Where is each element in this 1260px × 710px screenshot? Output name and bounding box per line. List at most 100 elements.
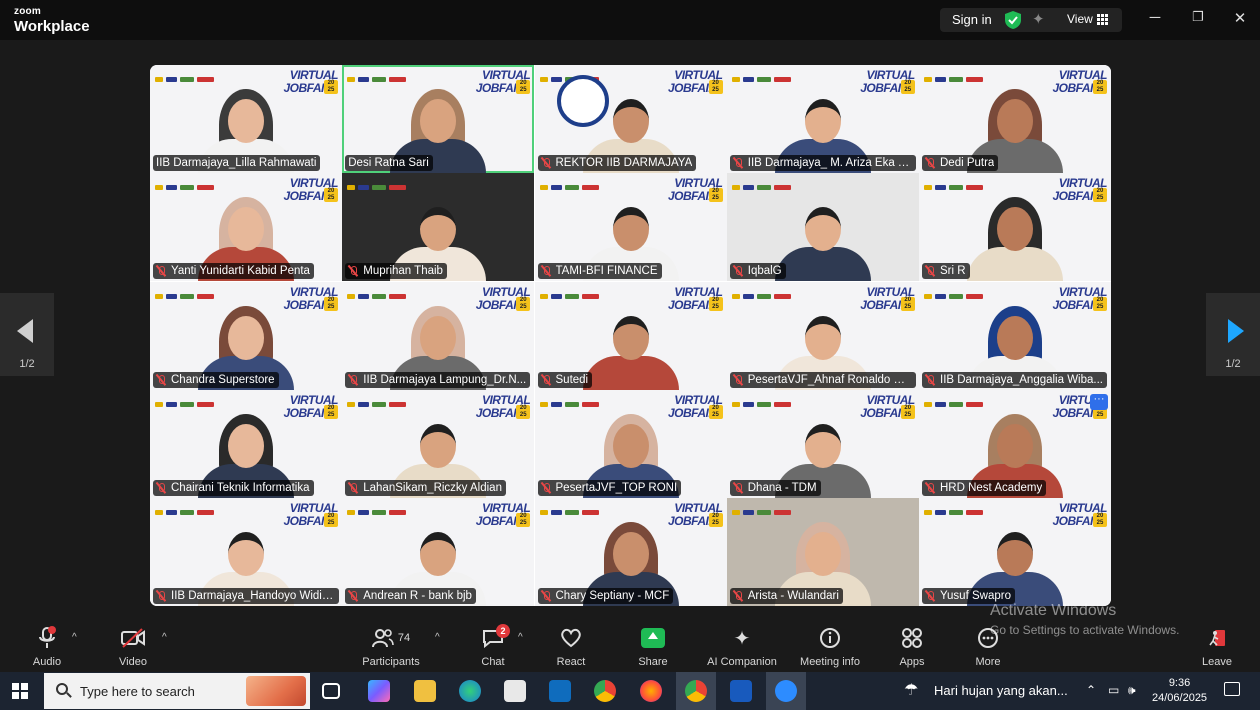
copilot-icon[interactable] xyxy=(368,680,390,702)
participant-tile[interactable]: VIRTUAL JOBFAIR 20 25 IIB Darmajaya_Handoyo… xyxy=(150,498,342,606)
chat-options-caret[interactable]: ^ xyxy=(518,632,523,643)
participant-name-bar: IIB Darmajaya_Anggalia Wiba... xyxy=(922,371,1107,388)
system-clock[interactable]: 9:36 24/06/2025 xyxy=(1152,676,1207,706)
participant-tile[interactable]: VIRTUAL JOBFAIR 20 25 Desi Ratna Sari xyxy=(342,65,535,173)
notification-icon[interactable] xyxy=(1224,682,1240,696)
word-icon[interactable] xyxy=(730,680,752,702)
video-button[interactable]: Video xyxy=(116,626,150,668)
leave-icon xyxy=(1209,630,1225,646)
chrome-icon[interactable] xyxy=(594,680,616,702)
banner-year: 20 25 xyxy=(516,513,531,527)
participant-name-bar: Yanti Yunidarti Kabid Penta xyxy=(153,263,314,280)
participant-name: Arista - Wulandari xyxy=(747,590,839,602)
participant-name-bar: Chairani Teknik Informatika xyxy=(153,479,314,496)
participant-tile[interactable]: VIRTUALJOBFAIR20 25Muprihan Thaib xyxy=(342,173,535,282)
participant-tile[interactable]: VIRTUAL JOBFAIR 20 25 PesertaJVF_TOP RONI xyxy=(534,389,727,498)
participant-tile[interactable]: VIRTUAL JOBFAIR 20 25 Dedi Putra xyxy=(919,65,1111,173)
participant-tile[interactable]: VIRTUAL JOBFAIR 20 25 TAMI-BFI FINANCE xyxy=(534,173,727,282)
participant-name: Dhana - TDM xyxy=(747,481,817,494)
audio-button[interactable]: Audio xyxy=(30,626,64,668)
participant-tile[interactable]: VIRTUAL JOBFAIR 20 25 Andrean R - bank bjb xyxy=(342,498,535,606)
share-button[interactable]: Share xyxy=(636,626,670,668)
banner-year: 20 25 xyxy=(516,80,531,94)
shield-check-icon[interactable] xyxy=(1005,11,1021,29)
search-icon xyxy=(56,683,68,695)
participant-tile[interactable]: VIRTUAL JOBFAIR 20 25 Chandra Superstore xyxy=(150,281,342,390)
watermark-subtitle: Go to Settings to activate Windows. xyxy=(990,623,1180,637)
chrome-profile-icon[interactable] xyxy=(685,680,707,702)
sparkle-icon[interactable]: ✦ xyxy=(1032,10,1045,28)
participant-name: Chairani Teknik Informatika xyxy=(171,481,310,494)
next-page-button[interactable]: 1/2 xyxy=(1206,293,1260,376)
app-logo: zoom Workplace xyxy=(14,7,90,35)
sign-in-button[interactable]: Sign in xyxy=(952,12,992,27)
participant-tile[interactable]: VIRTUALJOBFAIR20 25IqbalG xyxy=(726,173,919,282)
participant-name-bar: IIB Darmajaya Lampung_Dr.N... xyxy=(345,371,531,388)
tile-options-icon[interactable]: ··· xyxy=(1090,393,1108,410)
participant-tile[interactable]: VIRTUAL JOBFAIR 20 25 Chairani Teknik Infor… xyxy=(150,389,342,498)
meeting-info-button[interactable]: Meeting info xyxy=(796,626,864,668)
minimize-icon[interactable]: ─ xyxy=(1145,9,1165,26)
weather-text[interactable]: Hari hujan yang akan... xyxy=(934,683,1068,698)
leave-button[interactable]: Leave xyxy=(1200,626,1234,668)
participant-name: REKTOR IIB DARMAJAYA xyxy=(555,157,693,169)
edge-icon[interactable] xyxy=(459,680,481,702)
participant-tile[interactable]: VIRTUAL JOBFAIR 20 25 Sri R xyxy=(919,173,1111,282)
banner-year: 20 25 xyxy=(516,404,531,419)
windows-start-icon[interactable] xyxy=(12,683,28,699)
zoom-app-icon[interactable] xyxy=(775,680,797,702)
umbrella-weather-icon[interactable]: ☂ xyxy=(904,680,918,700)
participant-tile[interactable]: VIRTUAL JOBFAIR 20 25 IIB Darmajaya Lampung… xyxy=(342,281,535,390)
network-icon[interactable]: ▭ xyxy=(1108,683,1119,697)
file-explorer-icon[interactable] xyxy=(414,680,436,702)
participant-tile[interactable]: VIRTUAL JOBFAIR 20 25 PesertaVJF_Ahnaf Rona… xyxy=(726,281,919,390)
participants-button[interactable]: 74 Participants xyxy=(360,626,422,668)
apps-icon xyxy=(902,628,922,648)
participant-tile[interactable]: VIRTUALJOBFAIR20 25HRD Nest Academy··· xyxy=(919,389,1111,498)
participant-name-bar: Dedi Putra xyxy=(922,155,999,171)
task-view-icon[interactable] xyxy=(322,683,340,699)
participant-tile[interactable]: VIRTUAL JOBFAIR 20 25 IIB Darmajaya_ M. Ari… xyxy=(726,65,919,173)
participant-name-bar: IIB Darmajaya_Handoyo Widi N... xyxy=(153,588,339,604)
participant-tile[interactable]: VIRTUALJOBFAIR20 25Arista - Wulandari xyxy=(726,498,919,606)
close-icon[interactable]: ✕ xyxy=(1230,9,1250,27)
prev-page-button[interactable]: 1/2 xyxy=(0,293,54,376)
volume-icon[interactable]: 🕪 xyxy=(1128,683,1136,698)
ai-companion-button[interactable]: ✦ AI Companion xyxy=(704,626,780,669)
participant-tile[interactable]: VIRTUAL JOBFAIR 20 25 LahanSikam_Riczky Ald… xyxy=(342,389,535,498)
video-options-caret[interactable]: ^ xyxy=(162,632,167,643)
store-icon[interactable] xyxy=(504,680,526,702)
apps-button[interactable]: Apps xyxy=(896,626,928,668)
participant-tile[interactable]: VIRTUAL JOBFAIR 20 25 Yusuf Swapro xyxy=(919,498,1111,606)
participant-tile[interactable]: VIRTUAL JOBFAIR 20 25 Dhana - TDM xyxy=(726,389,919,498)
participant-tile[interactable]: VIRTUAL JOBFAIR 20 25 Chary Septiany - MCF xyxy=(534,498,727,606)
participant-name: Yusuf Swapro xyxy=(940,590,1011,602)
participants-label: Participants xyxy=(362,656,420,668)
banner-year: 20 25 xyxy=(324,188,338,203)
chevron-up-icon[interactable]: ⌃ xyxy=(1086,683,1096,697)
grid-view-icon[interactable] xyxy=(1097,14,1108,25)
participant-tile[interactable]: VIRTUAL JOBFAIR 20 25 Sutedi xyxy=(534,281,727,390)
participant-tile[interactable]: VIRTUAL JOBFAIR 20 25 REKTOR IIB DARMAJAYA xyxy=(534,65,727,173)
restore-icon[interactable]: ❐ xyxy=(1188,9,1208,25)
banner-year: 20 25 xyxy=(324,80,338,94)
outlook-icon[interactable] xyxy=(549,680,571,702)
mic-muted-icon xyxy=(348,482,358,494)
view-button[interactable]: View xyxy=(1067,12,1093,26)
participant-name: Yanti Yunidarti Kabid Penta xyxy=(171,265,310,278)
participant-tile[interactable]: VIRTUAL JOBFAIR 20 25 Yanti Yunidarti Kabid… xyxy=(150,173,342,282)
participants-options-caret[interactable]: ^ xyxy=(435,632,440,643)
participant-name-bar: Sri R xyxy=(922,263,970,280)
participant-name: IIB Darmajaya_Handoyo Widi N... xyxy=(171,590,335,602)
meeting-stage: 1/2 1/2 VIRTUAL JOBFAIR 20 25 IIB Darmajaya… xyxy=(0,40,1260,622)
participant-tile[interactable]: VIRTUAL JOBFAIR 20 25 IIB Darmajaya_Lilla R… xyxy=(150,65,342,173)
firefox-icon[interactable] xyxy=(640,680,662,702)
react-button[interactable]: React xyxy=(554,626,588,668)
participant-name: IIB Darmajaya Lampung_Dr.N... xyxy=(363,373,527,386)
mic-muted-icon xyxy=(541,482,551,494)
microphone-icon xyxy=(39,626,56,648)
participant-tile[interactable]: VIRTUAL JOBFAIR 20 25 IIB Darmajaya_Anggali… xyxy=(919,281,1111,390)
audio-options-caret[interactable]: ^ xyxy=(72,632,77,643)
mic-muted-icon xyxy=(733,265,743,277)
taskbar-search[interactable]: Type here to search xyxy=(44,673,310,709)
